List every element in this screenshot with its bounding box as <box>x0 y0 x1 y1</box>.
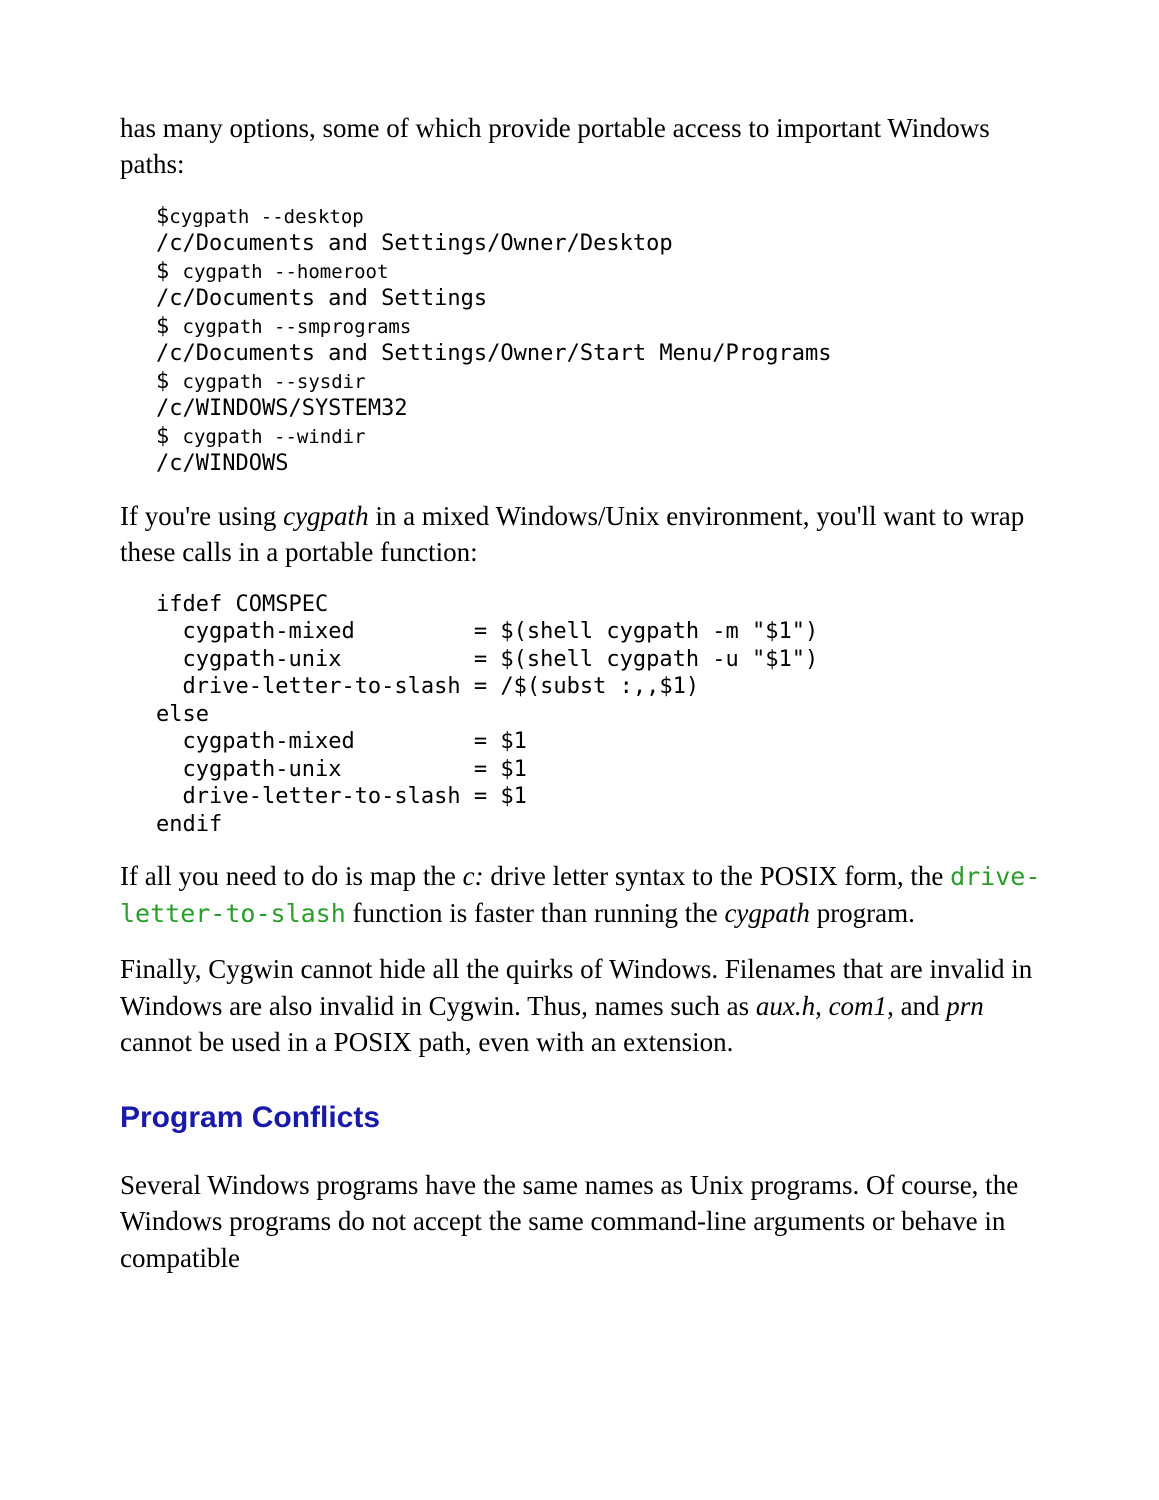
italic-cygpath: cygpath <box>283 501 368 531</box>
paragraph-quirks: Finally, Cygwin cannot hide all the quir… <box>120 951 1049 1060</box>
italic-com1: com1 <box>829 991 887 1021</box>
text: If you're using <box>120 501 283 531</box>
text: has many options, some of which provide … <box>120 113 990 179</box>
text: , <box>815 991 829 1021</box>
makefile-code-block: ifdef COMSPEC cygpath-mixed = $(shell cy… <box>156 591 1049 839</box>
text: cannot be used in a POSIX path, even wit… <box>120 1027 733 1057</box>
paragraph-program-conflicts: Several Windows programs have the same n… <box>120 1167 1049 1276</box>
heading-program-conflicts: Program Conflicts <box>120 1098 1049 1139</box>
text: drive letter syntax to the POSIX form, t… <box>484 861 950 891</box>
italic-aux-h: aux.h <box>756 991 815 1021</box>
text: , and <box>887 991 946 1021</box>
italic-prn: prn <box>946 991 984 1021</box>
cygpath-example-block: $cygpath --desktop /c/Documents and Sett… <box>156 203 1049 478</box>
text: program. <box>810 898 915 928</box>
paragraph-mixed-env: If you're using cygpath in a mixed Windo… <box>120 498 1049 571</box>
italic-cygpath-2: cygpath <box>724 898 809 928</box>
italic-c-drive: c: <box>463 861 484 891</box>
paragraph-drive-letter: If all you need to do is map the c: driv… <box>120 858 1049 931</box>
text: function is faster than running the <box>346 898 725 928</box>
intro-paragraph: has many options, some of which provide … <box>120 110 1049 183</box>
text: If all you need to do is map the <box>120 861 463 891</box>
text: Several Windows programs have the same n… <box>120 1170 1018 1273</box>
